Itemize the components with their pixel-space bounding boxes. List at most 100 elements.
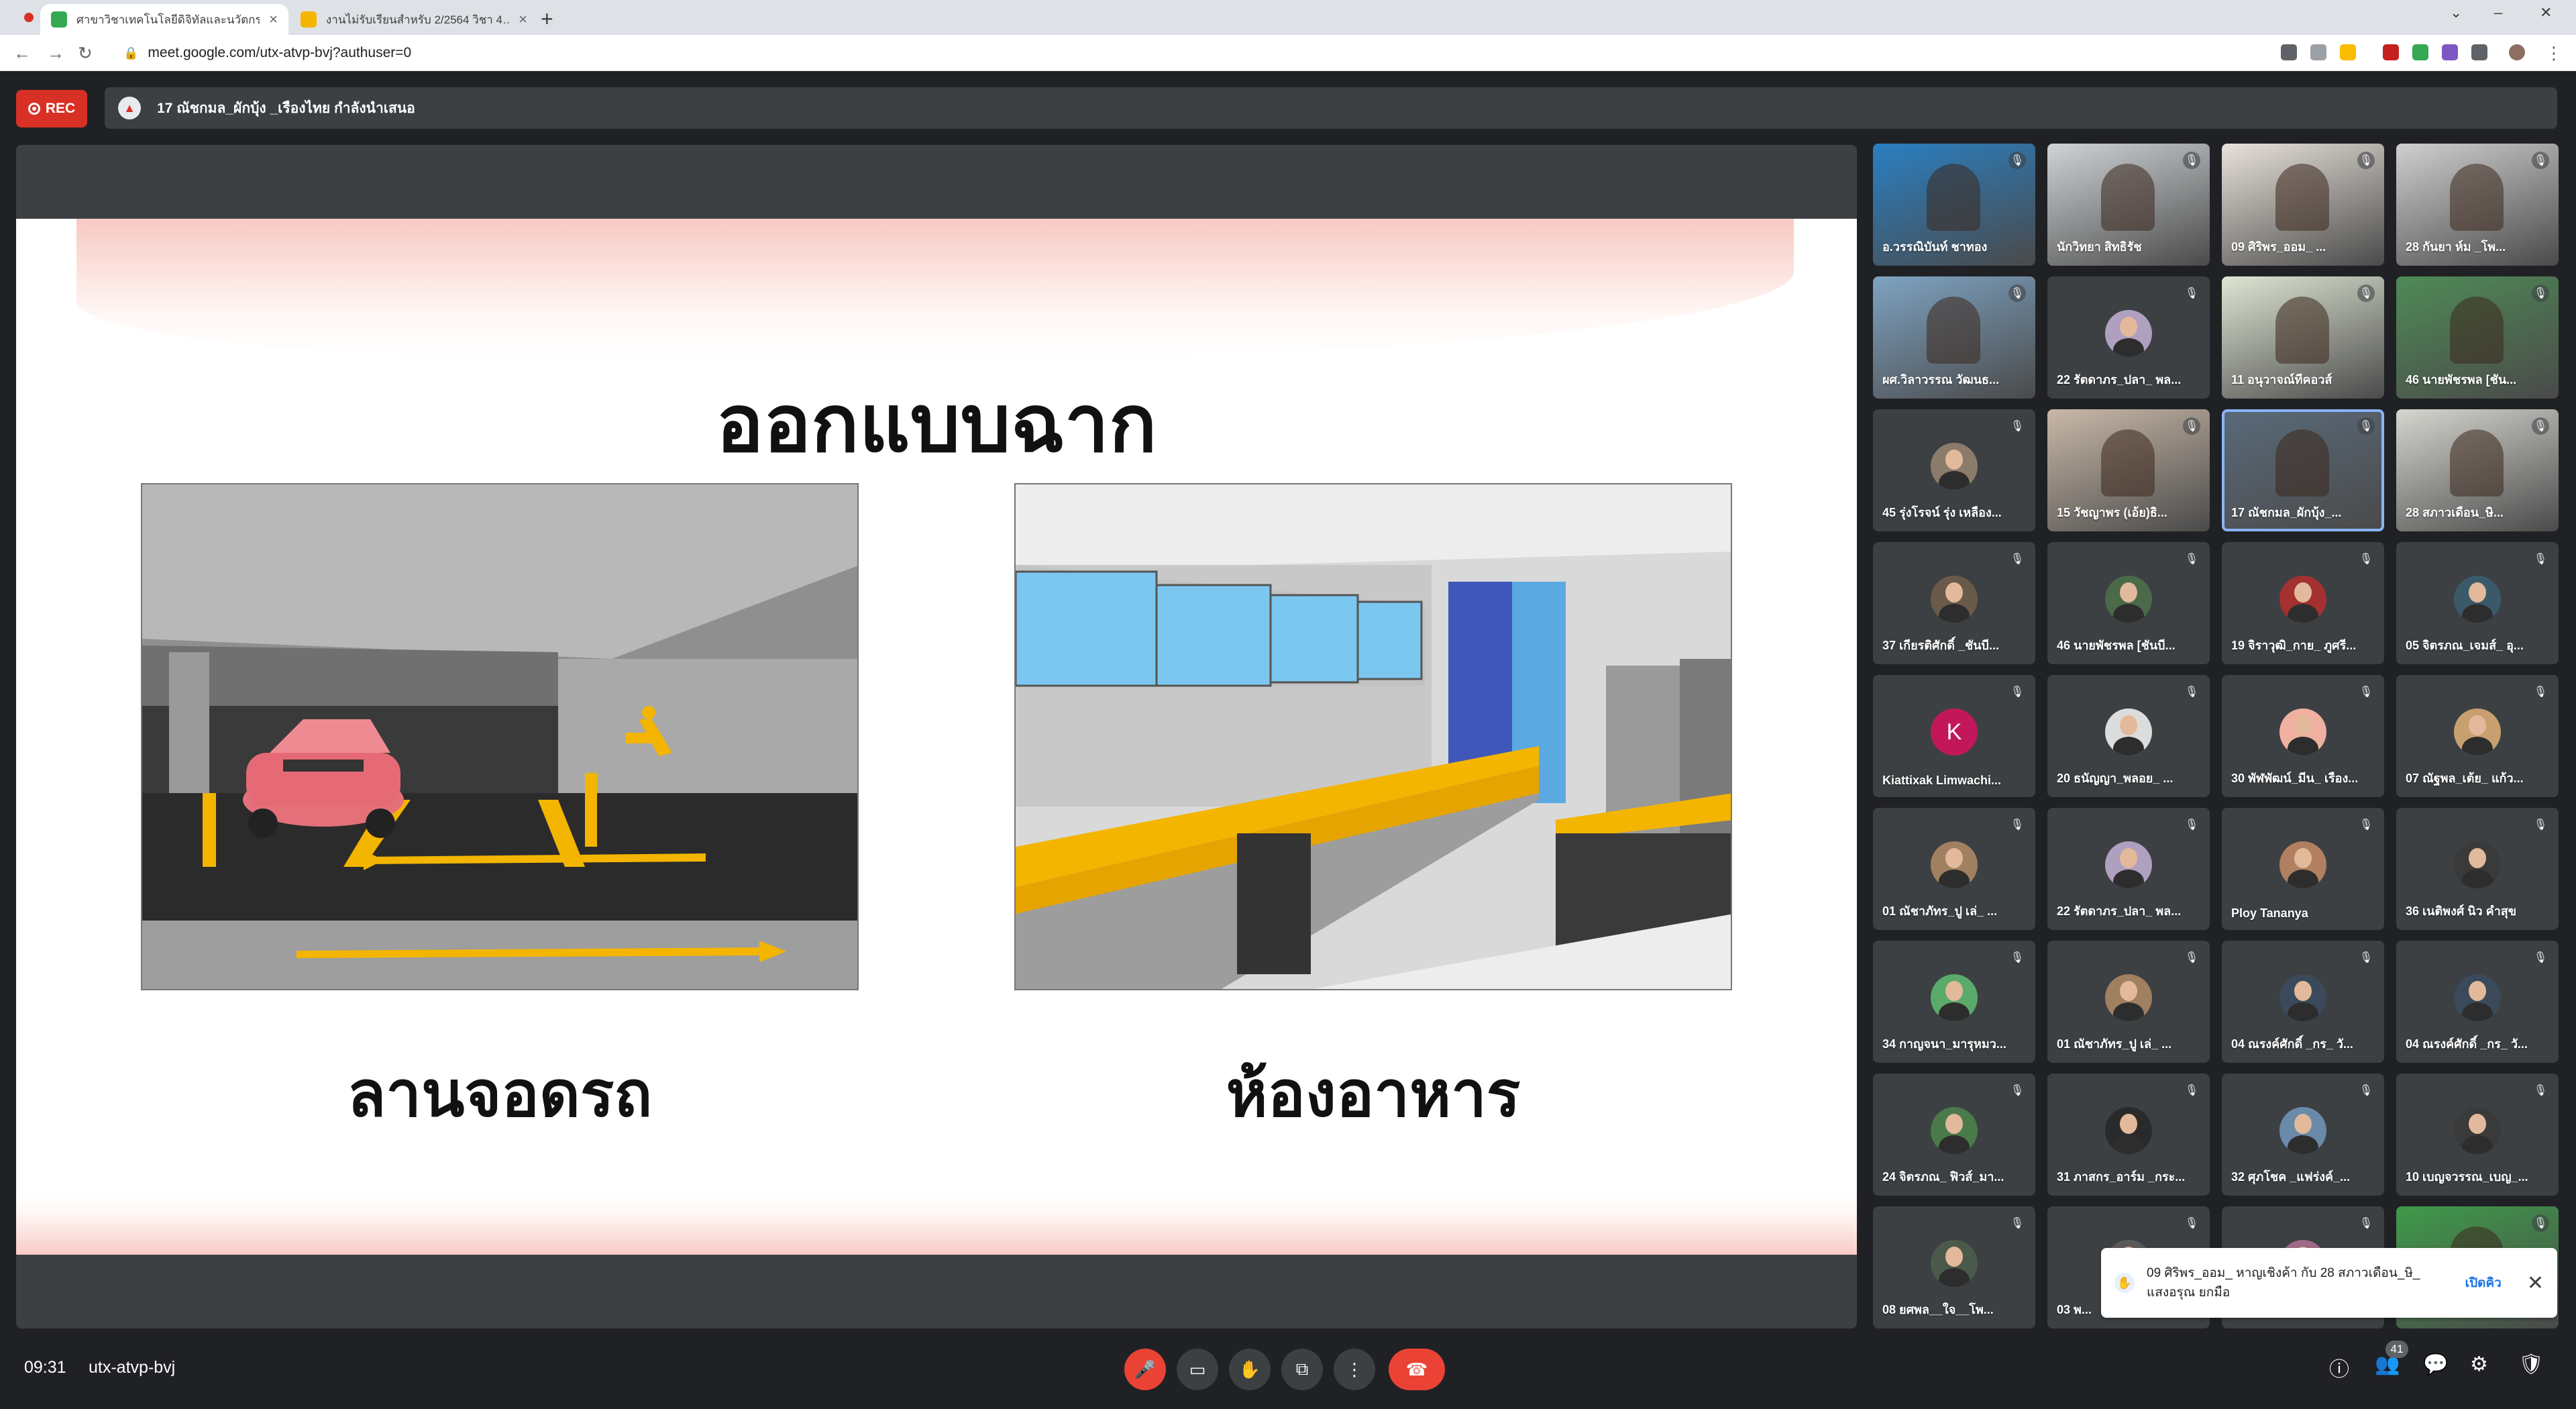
participant-tile[interactable]: 🎙 04 ณรงค์ศักดิ์ _กร_ วั...: [2396, 941, 2559, 1063]
close-tab-icon[interactable]: ×: [269, 11, 278, 28]
avatar-head: [1945, 1247, 1963, 1267]
participant-tile[interactable]: 🎙 01 ณัชาภัทร_ปู เล่_ ...: [1873, 808, 2035, 930]
participant-tile[interactable]: 🎙 20 ธนัญญา_พลอย_ ...: [2047, 675, 2210, 797]
watercolor-decoration: [76, 219, 1794, 360]
mic-muted-icon: 🎙: [2184, 1218, 2199, 1229]
participant-tile[interactable]: 🎙 Ploy Tananya: [2222, 808, 2384, 930]
participant-tile[interactable]: 🎙 31 ภาสกร_อาร์ม _กระ...: [2047, 1074, 2210, 1196]
participant-name: 11 อนุวาจณ์ทีคอวส์: [2231, 373, 2332, 386]
participant-video: [2450, 429, 2504, 497]
raise-hand-button[interactable]: ✋: [1229, 1349, 1271, 1390]
back-icon[interactable]: ←: [13, 43, 31, 64]
avatar: [2279, 841, 2326, 888]
open-queue-button[interactable]: เปิดคิว: [2465, 1273, 2502, 1293]
participant-tile[interactable]: 🎙 37 เกียรติศักดิ์ _ชันบี...: [1873, 542, 2035, 664]
menu-dots-icon[interactable]: ⋮: [2545, 43, 2563, 64]
tab-title: ศาขาวิชาเทคโนโลยีดิจิทัลและนวัตกรรม: [76, 13, 260, 26]
avatar-head: [2120, 317, 2137, 337]
participant-tile[interactable]: 🎙 46 นายพัชรพล [ชัน...: [2396, 276, 2559, 399]
extension-icon[interactable]: [2442, 44, 2458, 60]
participant-name: 31 ภาสกร_อาร์ม _กระ...: [2057, 1170, 2186, 1184]
mic-muted-icon: 🎙: [2532, 152, 2549, 169]
leave-call-button[interactable]: ☎: [1389, 1349, 1445, 1390]
participant-tile[interactable]: 🎙 01 ณัชาภัทร_ปู เล่_ ...: [2047, 941, 2210, 1063]
camera-toggle-button[interactable]: ▭: [1177, 1349, 1218, 1390]
share-icon[interactable]: [2310, 44, 2326, 60]
participant-tile[interactable]: 🎙 19 จิราวุฒิ_กาย_ ภูศรี...: [2222, 542, 2384, 664]
participant-tile[interactable]: 🎙 34 กาญจนา_มารุหมว...: [1873, 941, 2035, 1063]
participant-video: [2450, 164, 2504, 231]
participant-tile[interactable]: 🎙 อ.วรรณิบันท์ ชาทอง: [1873, 144, 2035, 266]
mic-muted-icon: 🎙: [2010, 1218, 2025, 1229]
participant-tile[interactable]: 🎙 15 วัชญาพร (เอ้ย)ธิ...: [2047, 409, 2210, 531]
tab-meet[interactable]: ศาขาวิชาเทคโนโลยีดิจิทัลและนวัตกรรม ×: [40, 4, 288, 35]
tab-slides[interactable]: งานไม่รับเรียนสำหรับ 2/2564 วิชา 4… ×: [290, 4, 538, 35]
participant-name: 28 สภาวเดือน_ษิ...: [2406, 506, 2504, 519]
participant-tile[interactable]: 🎙 28 สภาวเดือน_ษิ...: [2396, 409, 2559, 531]
reload-icon[interactable]: ↻: [78, 43, 93, 64]
meeting-details-icon[interactable]: ⓘ: [2329, 1353, 2349, 1382]
new-tab-icon[interactable]: +: [541, 7, 553, 32]
camera-icon[interactable]: [2281, 44, 2297, 60]
avatar: [1931, 576, 1978, 623]
avatar: [2454, 974, 2501, 1021]
present-screen-button[interactable]: ⧉: [1281, 1349, 1323, 1390]
tab-favicon-icon: [51, 11, 67, 28]
participant-tile[interactable]: 🎙 17 ณัชกมล_ผักบุ้ง_...: [2222, 409, 2384, 531]
participant-tile[interactable]: 🎙 22 รัตดาภร_ปลา_ พล...: [2047, 808, 2210, 930]
participant-tile[interactable]: 🎙 08 ยศพล__ใจ__โพ...: [1873, 1206, 2035, 1328]
meeting-time: 09:31: [24, 1358, 66, 1377]
participant-tile[interactable]: 🎙 นักวิทยา สิทธิรัช: [2047, 144, 2210, 266]
participant-tile[interactable]: 🎙 ผศ.วิลาวรรณ วัฒนธ...: [1873, 276, 2035, 399]
participant-name: 32 ศุภโชค _แฟร่งค์_...: [2231, 1170, 2351, 1184]
participant-tile[interactable]: 🎙 10 เบญจวรรณ_เบญ_...: [2396, 1074, 2559, 1196]
participant-video: [1927, 164, 1980, 231]
participant-name: อ.วรรณิบันท์ ชาทอง: [1882, 240, 1988, 254]
participant-tile[interactable]: 🎙 32 ศุภโชค _แฟร่งค์_...: [2222, 1074, 2384, 1196]
participant-tile[interactable]: 🎙 45 รุ่งโรจน์ รุ่ง เหลือง...: [1873, 409, 2035, 531]
bookmark-star-icon[interactable]: [2340, 44, 2356, 60]
chat-icon[interactable]: 💬: [2423, 1353, 2448, 1376]
profile-avatar[interactable]: [2509, 44, 2525, 60]
drive-extension-icon[interactable]: [2412, 44, 2428, 60]
close-tab-icon[interactable]: ×: [519, 11, 527, 28]
participant-tile[interactable]: 🎙 07 ณัฐพล_เต้ย_ แก้ว...: [2396, 675, 2559, 797]
mic-muted-icon: 🎙: [2010, 421, 2025, 432]
participant-tile[interactable]: 🎙 24 จิตรภณ_ ฟิวส์_มา...: [1873, 1074, 2035, 1196]
participant-tile[interactable]: 🎙 46 นายพัชรพล [ชันบี...: [2047, 542, 2210, 664]
participant-name: 04 ณรงค์ศักดิ์ _กร_ วั...: [2406, 1037, 2528, 1051]
host-controls-icon[interactable]: 🛡: [2518, 1353, 2544, 1376]
extension-icon[interactable]: [2383, 44, 2399, 60]
tab-search-icon[interactable]: ⌄: [2450, 4, 2462, 21]
participant-tile[interactable]: 🎙 04 ณรงค์ศักดิ์ _กร_ วั...: [2222, 941, 2384, 1063]
puzzle-icon[interactable]: [2471, 44, 2487, 60]
avatar-head: [2294, 715, 2312, 735]
activities-icon[interactable]: ⚙: [2470, 1353, 2488, 1376]
avatar-head: [2469, 715, 2486, 735]
avatar: [1931, 443, 1978, 490]
participant-tile[interactable]: 🎙 36 เนติพงศ์ นิว คำสุข: [2396, 808, 2559, 930]
parking-lot-image: [141, 483, 859, 990]
microphone-toggle-button[interactable]: 🎤: [1124, 1349, 1166, 1390]
mic-muted-icon: 🎙: [2010, 952, 2025, 963]
participant-tile[interactable]: 🎙 28 กันยา ห์ม _โพ...: [2396, 144, 2559, 266]
participant-name: นักวิทยา สิทธิรัช: [2057, 240, 2142, 254]
address-bar[interactable]: 🔒 meet.google.com/utx-atvp-bvj?authuser=…: [113, 40, 2259, 66]
participant-tile[interactable]: K 🎙 Kiattixak Limwachi...: [1873, 675, 2035, 797]
participant-tile[interactable]: 🎙 11 อนุวาจณ์ทีคอวส์: [2222, 276, 2384, 399]
participant-tile[interactable]: 🎙 09 ศิริพร_ออม_ ...: [2222, 144, 2384, 266]
close-icon[interactable]: ✕: [2527, 1271, 2544, 1295]
participant-tile[interactable]: 🎙 05 จิตรภณ_เจมส์_ อุ...: [2396, 542, 2559, 664]
minimize-icon[interactable]: –: [2494, 4, 2502, 21]
participant-tile[interactable]: 🎙 30 พัฬพัฒน์_มีน_ เรือง...: [2222, 675, 2384, 797]
more-options-button[interactable]: ⋮: [1334, 1349, 1375, 1390]
browser-toolbar: ← → ↻ 🔒 meet.google.com/utx-atvp-bvj?aut…: [0, 35, 2576, 71]
avatar-body: [2113, 870, 2144, 888]
window-close-icon[interactable]: ✕: [2540, 4, 2552, 21]
participant-video: [2450, 297, 2504, 364]
lock-icon: 🔒: [123, 46, 139, 60]
forward-icon[interactable]: →: [47, 43, 64, 64]
participant-tile[interactable]: 🎙 22 รัตดาภร_ปลา_ พล...: [2047, 276, 2210, 399]
mic-muted-icon: 🎙: [2533, 952, 2548, 963]
participant-name: 01 ณัชาภัทร_ปู เล่_ ...: [1882, 904, 1998, 918]
